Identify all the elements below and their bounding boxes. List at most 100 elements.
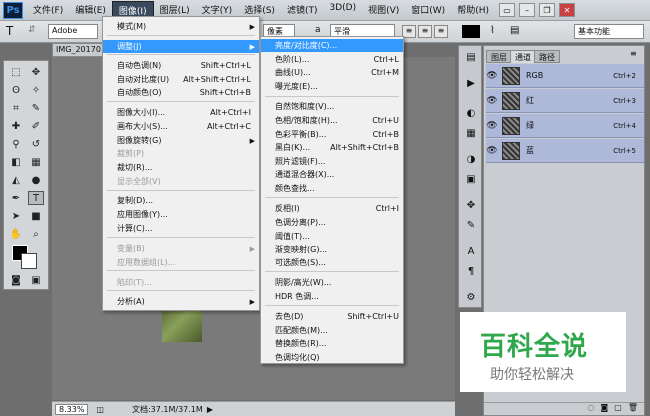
clone-stamp-icon[interactable]: ⚲ — [8, 137, 24, 151]
menu-item[interactable]: 图像大小(I)... Alt+Ctrl+I — [103, 106, 259, 119]
adjustments-icon[interactable]: ◑ — [463, 152, 479, 166]
color-panel-icon[interactable]: ◐ — [463, 106, 479, 120]
channel-row[interactable]: 👁 红 Ctrl+3 — [486, 89, 644, 113]
menu-item[interactable]: 色相/饱和度(H)... Ctrl+U — [261, 114, 403, 127]
menu-item[interactable]: 替换颜色(R)... — [261, 337, 403, 350]
styles-icon[interactable]: ▣ — [463, 172, 479, 186]
save-selection-icon[interactable]: ◙ — [601, 403, 609, 416]
channel-row[interactable]: 👁 蓝 Ctrl+5 — [486, 139, 644, 163]
menu-0[interactable]: 文件(F) — [27, 1, 69, 20]
menu-item[interactable]: 自动色调(N) Shift+Ctrl+L — [103, 59, 259, 72]
menu-item[interactable]: 颜色查找... — [261, 182, 403, 195]
character-icon[interactable]: A — [463, 244, 479, 258]
eyedropper-tool-icon[interactable]: ✎ — [28, 101, 44, 115]
paragraph-icon[interactable]: ¶ — [463, 264, 479, 278]
actions-play-icon[interactable]: ▶ — [463, 76, 479, 90]
visibility-eye-icon[interactable]: 👁 — [486, 96, 498, 106]
menu-item[interactable]: 色调均化(Q) — [261, 351, 403, 364]
menu-item[interactable]: 色彩平衡(B)... Ctrl+B — [261, 128, 403, 141]
menu-item[interactable]: 图像旋转(G) ▶ — [103, 134, 259, 147]
align-center-icon[interactable]: ≡ — [418, 25, 432, 38]
font-family-field[interactable]: Adobe — [48, 24, 98, 39]
tab-paths[interactable]: 路径 — [534, 50, 560, 63]
align-right-icon[interactable]: ≡ — [434, 25, 448, 38]
brush-settings-icon[interactable]: ✥ — [463, 198, 479, 212]
orientation-icon[interactable]: ⇵ — [28, 25, 36, 35]
menu-item[interactable]: 自动对比度(U) Alt+Shift+Ctrl+L — [103, 73, 259, 86]
history-panel-icon[interactable]: ▤ — [463, 50, 479, 64]
pen-tool-icon[interactable]: ✒ — [8, 191, 24, 205]
zoom-tool-icon[interactable]: ⌕ — [28, 227, 44, 241]
path-selection-icon[interactable]: ➤ — [8, 209, 24, 223]
marquee-tool-icon[interactable]: ⬚ — [8, 65, 24, 79]
menu-10[interactable]: 帮助(H) — [451, 1, 495, 20]
menu-item[interactable]: 去色(D) Shift+Ctrl+U — [261, 310, 403, 323]
menu-item[interactable]: 自然饱和度(V)... — [261, 100, 403, 113]
channel-row[interactable]: 👁 RGB Ctrl+2 — [486, 64, 644, 88]
menu-item[interactable]: 亮度/对比度(C)... — [261, 39, 403, 52]
menu-6[interactable]: 滤镜(T) — [281, 1, 324, 20]
tab-channels[interactable]: 通道 — [510, 50, 536, 63]
restore-icon[interactable]: ❐ — [538, 3, 555, 17]
brush-tool-icon[interactable]: ✐ — [28, 119, 44, 133]
tab-layers[interactable]: 图层 — [486, 50, 512, 63]
type-tool-icon[interactable]: T — [28, 191, 44, 205]
menu-item[interactable]: 曲线(U)... Ctrl+M — [261, 66, 403, 79]
menu-item[interactable]: 通道混合器(X)... — [261, 168, 403, 181]
zoom-level[interactable]: 8.33% — [55, 403, 89, 415]
menu-item[interactable]: HDR 色调... — [261, 290, 403, 303]
layer-comps-icon[interactable]: ⚙ — [463, 290, 479, 304]
channel-row[interactable]: 👁 绿 Ctrl+4 — [486, 114, 644, 138]
menu-item[interactable]: 调整(J) ▶ — [103, 40, 259, 53]
brush-presets-icon[interactable]: ✎ — [463, 218, 479, 232]
load-channel-icon[interactable]: ◌ — [588, 403, 595, 416]
history-brush-icon[interactable]: ↺ — [28, 137, 44, 151]
magic-wand-tool-icon[interactable]: ✧ — [28, 83, 44, 97]
visibility-eye-icon[interactable]: 👁 — [486, 121, 498, 131]
blur-tool-icon[interactable]: ◭ — [8, 173, 24, 187]
menu-item[interactable]: 匹配颜色(M)... — [261, 324, 403, 337]
menu-item[interactable]: 自动颜色(O) Shift+Ctrl+B — [103, 86, 259, 99]
menu-item[interactable]: 应用图像(Y)... — [103, 208, 259, 221]
menu-item[interactable]: 渐变映射(G)... — [261, 243, 403, 256]
align-left-icon[interactable]: ≡ — [402, 25, 416, 38]
screen-mode-icon[interactable]: ▣ — [28, 273, 44, 287]
healing-brush-icon[interactable]: ✚ — [8, 119, 24, 133]
visibility-eye-icon[interactable]: 👁 — [486, 146, 498, 156]
menu-item[interactable]: 反相(I) Ctrl+I — [261, 202, 403, 215]
menu-item[interactable]: 黑白(K)... Alt+Shift+Ctrl+B — [261, 141, 403, 154]
menu-item[interactable]: 色阶(L)... Ctrl+L — [261, 53, 403, 66]
quick-mask-icon[interactable]: ◙ — [8, 273, 24, 287]
gradient-tool-icon[interactable]: ▦ — [28, 155, 44, 169]
crop-tool-icon[interactable]: ⌗ — [8, 101, 24, 115]
panel-menu-icon[interactable]: ≡ — [630, 49, 637, 58]
close-icon[interactable]: ✕ — [558, 3, 575, 17]
menu-7[interactable]: 3D(D) — [323, 1, 362, 20]
shape-tool-icon[interactable]: ■ — [28, 209, 44, 223]
text-color-swatch[interactable] — [462, 25, 480, 38]
new-channel-icon[interactable]: ▢ — [614, 403, 622, 416]
menu-item[interactable]: 模式(M) ▶ — [103, 20, 259, 33]
window-control-icon[interactable]: ▭ — [498, 3, 515, 17]
menu-item[interactable]: 色调分离(P)... — [261, 216, 403, 229]
delete-channel-icon[interactable]: 🗑 — [628, 403, 638, 416]
menu-9[interactable]: 窗口(W) — [405, 1, 451, 20]
menu-item[interactable]: 照片滤镜(F)... — [261, 155, 403, 168]
menu-item[interactable]: 裁切(R)... — [103, 161, 259, 174]
menu-item[interactable]: 可选颜色(S)... — [261, 256, 403, 269]
menu-item[interactable]: 画布大小(S)... Alt+Ctrl+C — [103, 120, 259, 133]
hand-tool-icon[interactable]: ✋ — [8, 227, 24, 241]
status-arrow-icon[interactable]: ▶ — [207, 405, 213, 414]
move-tool-icon[interactable]: ✥ — [28, 65, 44, 79]
warp-text-icon[interactable]: ⌇ — [490, 25, 495, 36]
menu-item[interactable]: 阴影/高光(W)... — [261, 276, 403, 289]
menu-8[interactable]: 视图(V) — [362, 1, 405, 20]
lasso-tool-icon[interactable]: ʘ — [8, 83, 24, 97]
minimize-icon[interactable]: – — [518, 3, 535, 17]
menu-item[interactable]: 阈值(T)... — [261, 230, 403, 243]
menu-item[interactable]: 分析(A) ▶ — [103, 295, 259, 308]
swatches-panel-icon[interactable]: ▦ — [463, 126, 479, 140]
character-panel-icon[interactable]: ▤ — [510, 25, 519, 36]
menu-item[interactable]: 曝光度(E)... — [261, 80, 403, 93]
menu-item[interactable]: 复制(D)... — [103, 194, 259, 207]
